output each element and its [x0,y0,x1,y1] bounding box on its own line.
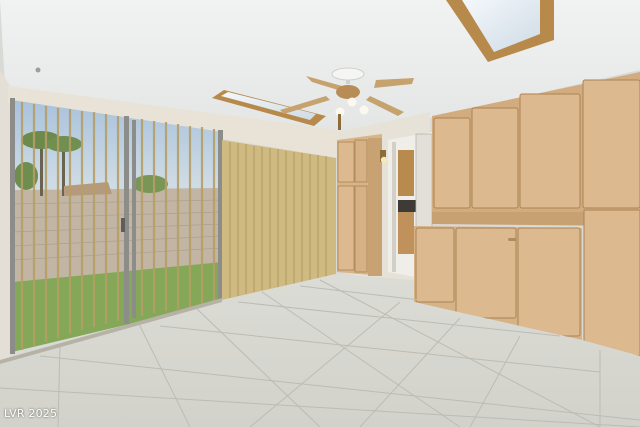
vertical-blinds-closed [222,140,336,300]
kitchen-counter [398,200,416,212]
room-illustration [0,0,640,427]
kitchen-cabinet-lower [398,212,414,254]
upper-cabinet-door [433,117,471,209]
lower-cabinet-door [415,227,455,303]
door-handle [121,218,125,232]
interior-photo: LVR 2025 [0,0,640,427]
upper-cabinet-door [471,107,519,209]
lower-cabinet-end-panel [583,209,640,357]
pantry-cabinet [337,134,382,276]
kitchen-cabinet-upper [398,150,414,196]
upper-cabinet-door [519,93,581,209]
upper-cabinet-door [582,79,640,209]
left-wall [0,70,10,362]
lower-cabinet-door [517,227,581,337]
smoke-detector [35,67,41,73]
lower-cabinet-door [455,227,517,319]
listing-watermark: LVR 2025 [4,407,58,420]
cabinet-knob [508,238,516,241]
